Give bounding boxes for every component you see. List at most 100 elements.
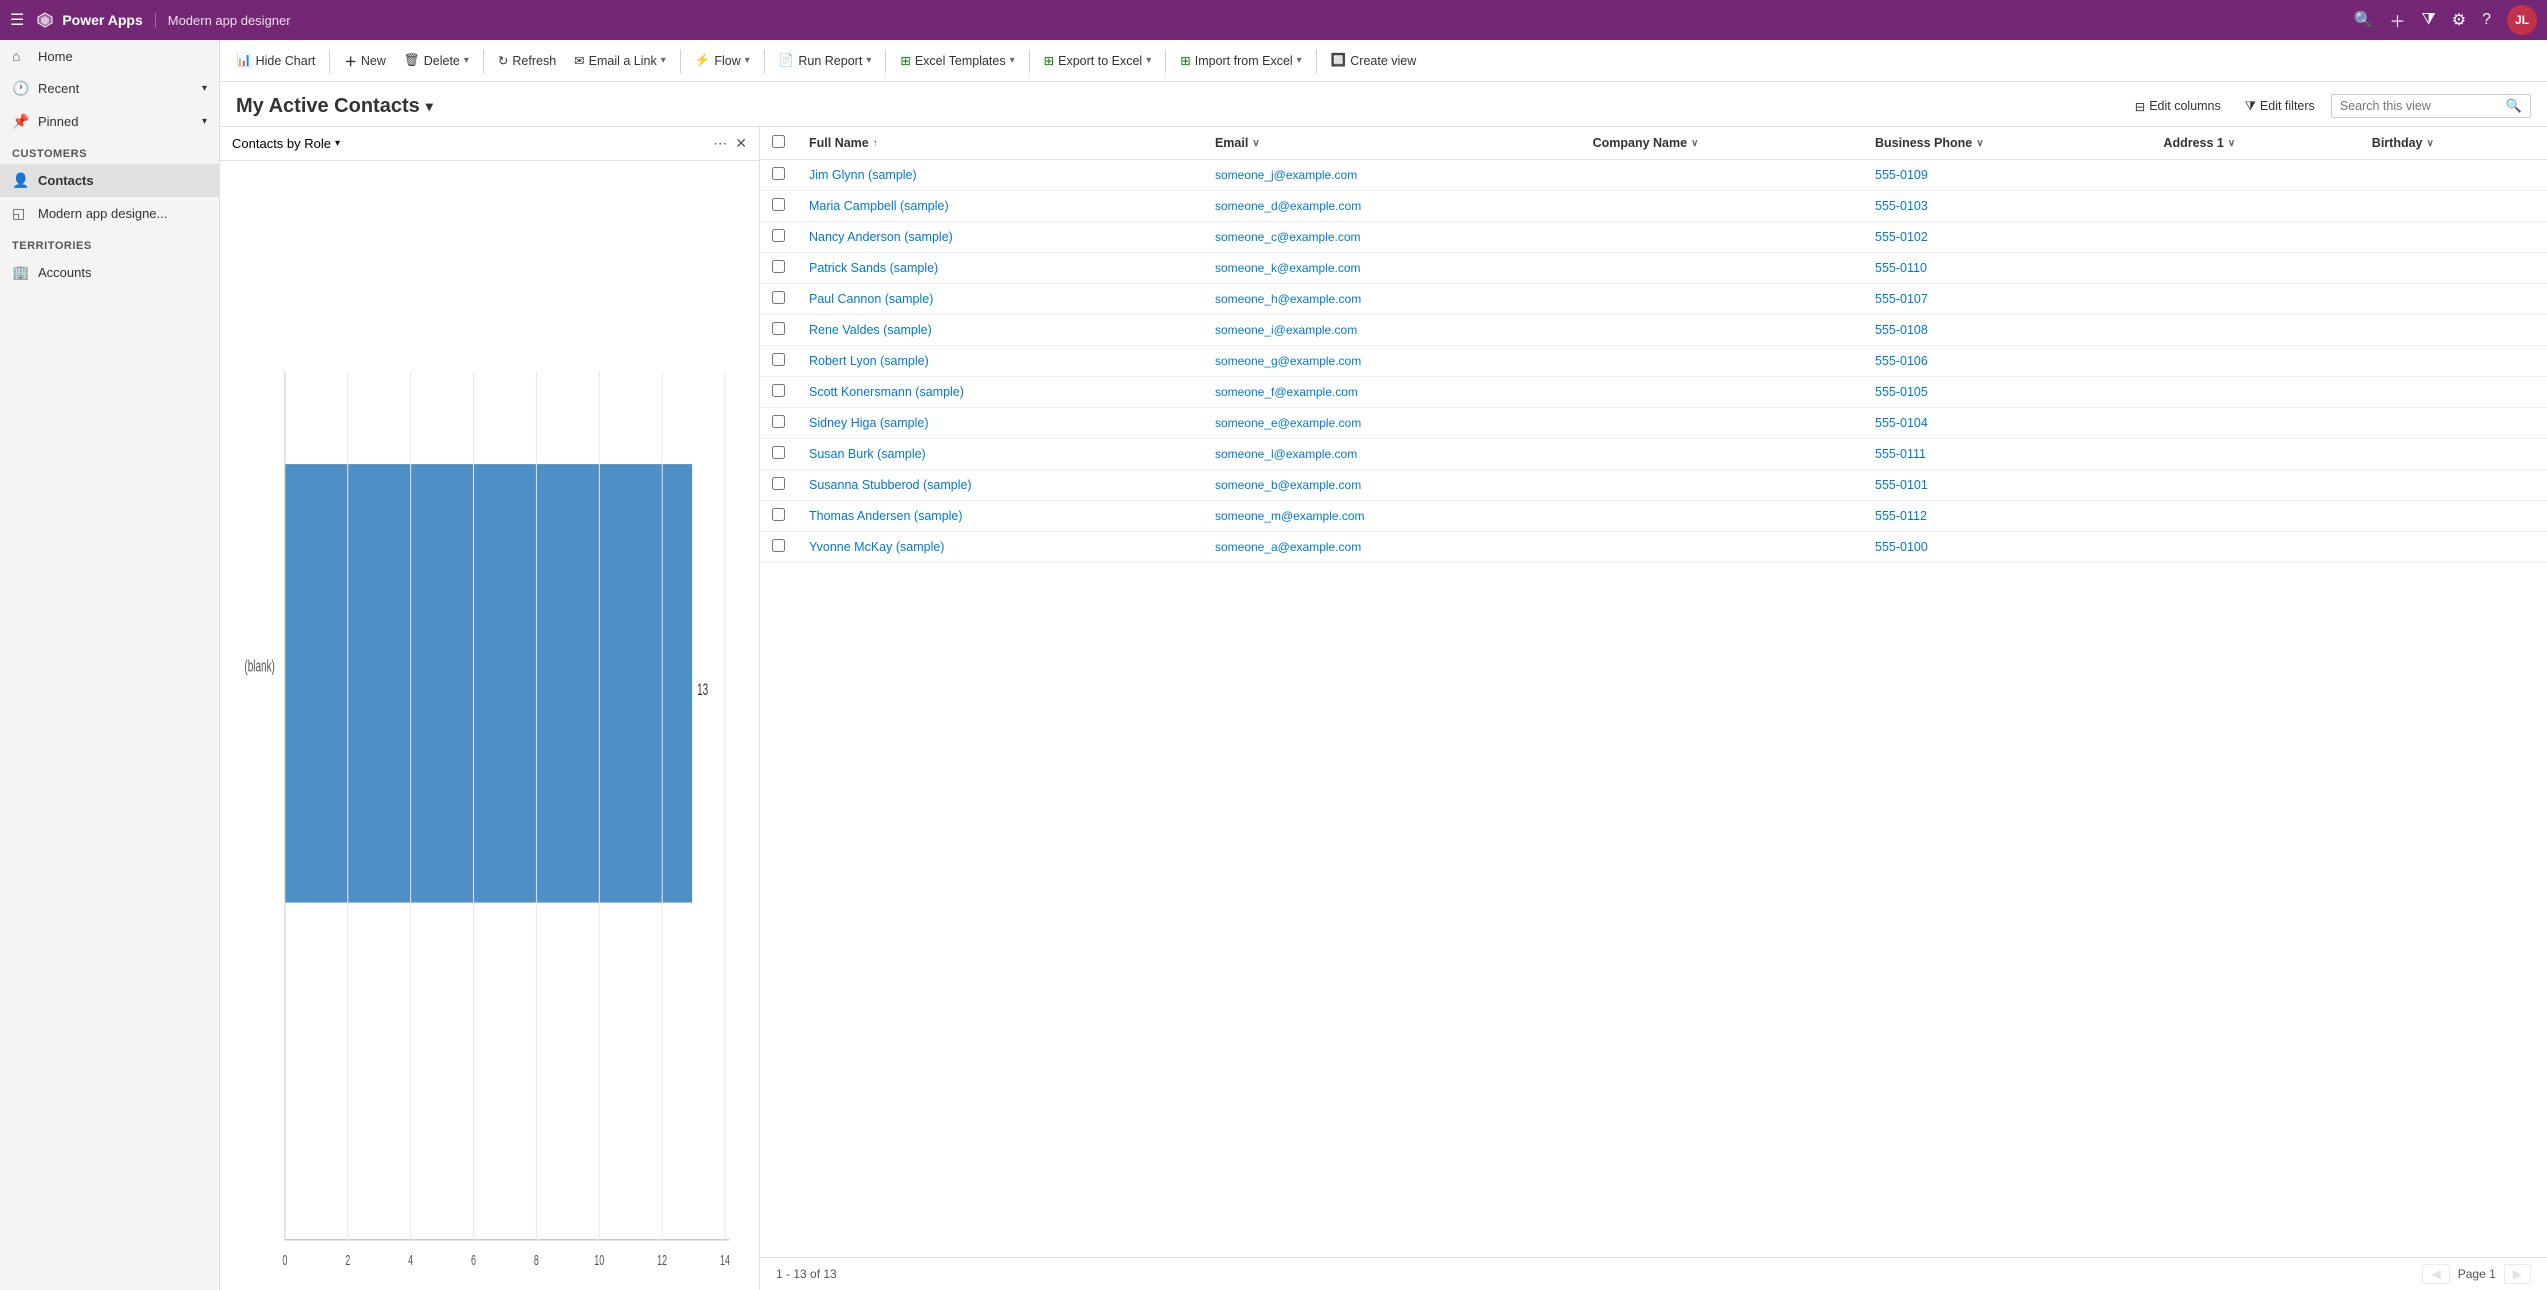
row-fullname[interactable]: Susanna Stubberod (sample) bbox=[797, 470, 1203, 501]
row-checkbox[interactable] bbox=[760, 408, 797, 439]
row-select[interactable] bbox=[772, 198, 785, 211]
chart-options-icon[interactable]: ⋯ bbox=[713, 135, 727, 152]
filter-icon[interactable]: ⧩ bbox=[2421, 11, 2435, 29]
row-select[interactable] bbox=[772, 291, 785, 304]
row-email[interactable]: someone_b@example.com bbox=[1203, 470, 1581, 501]
row-select[interactable] bbox=[772, 446, 785, 459]
sidebar-item-recent[interactable]: 🕐 Recent ▾ bbox=[0, 72, 219, 105]
row-select[interactable] bbox=[772, 260, 785, 273]
search-icon[interactable]: 🔍 bbox=[2354, 10, 2374, 30]
row-fullname[interactable]: Sidney Higa (sample) bbox=[797, 408, 1203, 439]
row-select[interactable] bbox=[772, 539, 785, 552]
row-checkbox[interactable] bbox=[760, 284, 797, 315]
new-button[interactable]: ＋ New bbox=[336, 47, 394, 74]
row-fullname[interactable]: Nancy Anderson (sample) bbox=[797, 222, 1203, 253]
sidebar-item-pinned[interactable]: 📌 Pinned ▾ bbox=[0, 105, 219, 138]
row-select[interactable] bbox=[772, 229, 785, 242]
row-email[interactable]: someone_g@example.com bbox=[1203, 346, 1581, 377]
row-checkbox[interactable] bbox=[760, 501, 797, 532]
th-birthday[interactable]: Birthday ∨ bbox=[2360, 127, 2547, 160]
chart-title[interactable]: Contacts by Role ▾ bbox=[232, 136, 340, 151]
th-fullname[interactable]: Full Name ↑ bbox=[797, 127, 1203, 160]
row-fullname[interactable]: Jim Glynn (sample) bbox=[797, 160, 1203, 191]
prev-page-button[interactable]: ◀ bbox=[2422, 1264, 2449, 1284]
row-email[interactable]: someone_m@example.com bbox=[1203, 501, 1581, 532]
row-email[interactable]: someone_c@example.com bbox=[1203, 222, 1581, 253]
row-email[interactable]: someone_h@example.com bbox=[1203, 284, 1581, 315]
export-excel-button[interactable]: ⊞ Export to Excel ▾ bbox=[1036, 49, 1160, 72]
row-email[interactable]: someone_j@example.com bbox=[1203, 160, 1581, 191]
add-icon[interactable]: ＋ bbox=[2389, 8, 2405, 32]
sidebar-item-modern-app[interactable]: ◱ Modern app designe... bbox=[0, 197, 219, 230]
row-checkbox[interactable] bbox=[760, 346, 797, 377]
avatar[interactable]: JL bbox=[2507, 5, 2537, 35]
row-select[interactable] bbox=[772, 508, 785, 521]
row-email[interactable]: someone_e@example.com bbox=[1203, 408, 1581, 439]
row-email[interactable]: someone_k@example.com bbox=[1203, 253, 1581, 284]
row-select[interactable] bbox=[772, 353, 785, 366]
th-address[interactable]: Address 1 ∨ bbox=[2151, 127, 2359, 160]
create-view-button[interactable]: 🔲 Create view bbox=[1323, 49, 1425, 72]
flow-button[interactable]: ⚡ Flow ▾ bbox=[687, 49, 758, 72]
row-email[interactable]: someone_i@example.com bbox=[1203, 315, 1581, 346]
sidebar-item-home[interactable]: ⌂ Home bbox=[0, 40, 219, 72]
nav-icons: 🔍 ＋ ⧩ ⚙ ? JL bbox=[2354, 5, 2537, 35]
row-checkbox[interactable] bbox=[760, 253, 797, 284]
row-checkbox[interactable] bbox=[760, 470, 797, 501]
row-select[interactable] bbox=[772, 322, 785, 335]
row-select[interactable] bbox=[772, 167, 785, 180]
chart-close-icon[interactable]: ✕ bbox=[735, 135, 747, 152]
th-company[interactable]: Company Name ∨ bbox=[1581, 127, 1863, 160]
hide-chart-button[interactable]: 📊 Hide Chart bbox=[228, 49, 323, 72]
edit-columns-button[interactable]: ⊟ Edit columns bbox=[2127, 95, 2229, 118]
edit-filters-button[interactable]: ⧩ Edit filters bbox=[2237, 95, 2323, 118]
hamburger-icon[interactable]: ☰ bbox=[10, 10, 24, 30]
settings-icon[interactable]: ⚙ bbox=[2452, 10, 2466, 30]
row-select[interactable] bbox=[772, 415, 785, 428]
help-icon[interactable]: ? bbox=[2482, 11, 2491, 29]
th-phone[interactable]: Business Phone ∨ bbox=[1863, 127, 2151, 160]
next-page-button[interactable]: ▶ bbox=[2504, 1264, 2531, 1284]
row-checkbox[interactable] bbox=[760, 377, 797, 408]
row-fullname[interactable]: Scott Konersmann (sample) bbox=[797, 377, 1203, 408]
accounts-icon: 🏢 bbox=[12, 264, 30, 281]
run-report-button[interactable]: 📄 Run Report ▾ bbox=[771, 49, 880, 72]
row-checkbox[interactable] bbox=[760, 160, 797, 191]
row-checkbox[interactable] bbox=[760, 439, 797, 470]
row-fullname[interactable]: Rene Valdes (sample) bbox=[797, 315, 1203, 346]
row-fullname[interactable]: Thomas Andersen (sample) bbox=[797, 501, 1203, 532]
row-email[interactable]: someone_f@example.com bbox=[1203, 377, 1581, 408]
row-email[interactable]: someone_d@example.com bbox=[1203, 191, 1581, 222]
chart-header-icons: ⋯ ✕ bbox=[713, 135, 747, 152]
row-email[interactable]: someone_a@example.com bbox=[1203, 532, 1581, 563]
sidebar-item-contacts[interactable]: 👤 Contacts bbox=[0, 164, 219, 197]
refresh-button[interactable]: ↻ Refresh bbox=[490, 49, 564, 72]
search-input[interactable] bbox=[2340, 99, 2500, 113]
email-link-button[interactable]: ✉ Email a Link ▾ bbox=[566, 49, 674, 72]
excel-templates-button[interactable]: ⊞ Excel Templates ▾ bbox=[892, 49, 1022, 72]
row-checkbox[interactable] bbox=[760, 315, 797, 346]
row-fullname[interactable]: Yvonne McKay (sample) bbox=[797, 532, 1203, 563]
select-all-checkbox[interactable] bbox=[772, 135, 785, 148]
row-select[interactable] bbox=[772, 477, 785, 490]
view-title[interactable]: My Active Contacts ▾ bbox=[236, 95, 433, 118]
search-box[interactable]: 🔍 bbox=[2331, 94, 2531, 118]
toolbar-divider-1 bbox=[329, 49, 330, 73]
row-fullname[interactable]: Susan Burk (sample) bbox=[797, 439, 1203, 470]
row-checkbox[interactable] bbox=[760, 191, 797, 222]
row-checkbox[interactable] bbox=[760, 222, 797, 253]
row-fullname[interactable]: Robert Lyon (sample) bbox=[797, 346, 1203, 377]
row-email[interactable]: someone_l@example.com bbox=[1203, 439, 1581, 470]
th-email[interactable]: Email ∨ bbox=[1203, 127, 1581, 160]
row-fullname[interactable]: Patrick Sands (sample) bbox=[797, 253, 1203, 284]
row-address bbox=[2151, 501, 2359, 532]
bar-blank[interactable] bbox=[285, 464, 692, 902]
row-fullname[interactable]: Maria Campbell (sample) bbox=[797, 191, 1203, 222]
import-excel-button[interactable]: ⊞ Import from Excel ▾ bbox=[1172, 49, 1309, 72]
row-checkbox[interactable] bbox=[760, 532, 797, 563]
th-checkbox[interactable] bbox=[760, 127, 797, 160]
row-fullname[interactable]: Paul Cannon (sample) bbox=[797, 284, 1203, 315]
sidebar-item-accounts[interactable]: 🏢 Accounts bbox=[0, 256, 219, 289]
delete-button[interactable]: 🗑 Delete ▾ bbox=[396, 49, 477, 72]
row-select[interactable] bbox=[772, 384, 785, 397]
